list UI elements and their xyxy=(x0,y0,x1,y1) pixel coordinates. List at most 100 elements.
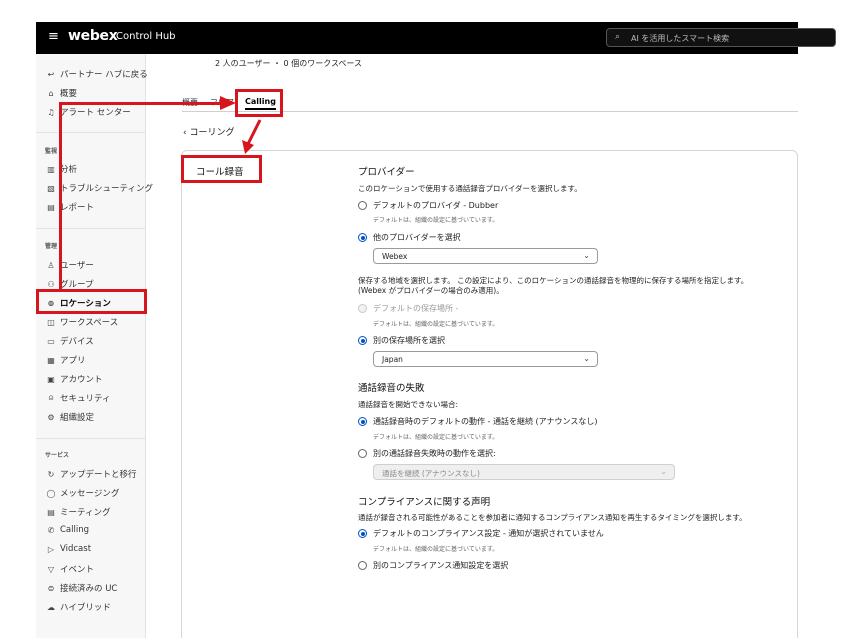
sidebar-item-account[interactable]: ▣ アカウント xyxy=(45,373,103,386)
radio-default-failure-action[interactable]: 通話録音時のデフォルトの動作 - 通話を継続 (アナウンスなし) xyxy=(358,416,597,427)
radio-label: 他のプロバイダーを選択 xyxy=(373,233,461,242)
sidebar-item-workspaces[interactable]: ◫ ワークスペース xyxy=(45,316,119,329)
radio-button-disabled[interactable] xyxy=(358,304,367,313)
sidebar-item-label: ワークスペース xyxy=(60,318,119,328)
product-name: Control Hub xyxy=(116,31,176,42)
location-summary: 2 人のユーザー ・ 0 個のワークスペース xyxy=(215,59,362,68)
sidebar-item-label: アラート センター xyxy=(60,108,131,118)
failure-description: 通話録音を開始できない場合: xyxy=(358,400,459,409)
top-header: ≡ webex Control Hub ⌕ AI を活用したスマート検索 xyxy=(36,22,836,54)
play-icon: ▷ xyxy=(47,544,55,554)
sidebar-item-label: Calling xyxy=(60,525,90,535)
failure-action-select[interactable]: 通話を継続 (アナウンスなし) ⌄ xyxy=(373,464,675,480)
search-placeholder: AI を活用したスマート検索 xyxy=(631,34,730,43)
radio-other-storage[interactable]: 別の保存場所を選択 xyxy=(358,335,445,346)
radio-default-compliance[interactable]: デフォルトのコンプライアンス設定 - 通知が選択されていません xyxy=(358,528,604,539)
back-label: コーリング xyxy=(189,128,235,138)
smart-search-input[interactable]: ⌕ AI を活用したスマート検索 xyxy=(606,28,836,47)
sidebar-item-label: ミーティング xyxy=(60,508,111,518)
sidebar-item-vidcast[interactable]: ▷ Vidcast xyxy=(45,544,91,554)
search-icon: ⌕ xyxy=(615,32,621,42)
radio-button-selected[interactable] xyxy=(358,336,367,345)
sidebar-item-groups[interactable]: ⚇ グループ xyxy=(45,278,94,291)
radio-button-selected[interactable] xyxy=(358,417,367,426)
default-failure-hint: デフォルトは、組織の設定に基づいています。 xyxy=(373,434,499,441)
storage-description-line2: (Webex がプロバイダーの場合のみ適用)。 xyxy=(358,286,504,295)
default-storage-hint: デフォルトは、組織の設定に基づいています。 xyxy=(373,321,499,328)
sidebar-item-security[interactable]: ⍝ セキュリティ xyxy=(45,392,111,404)
radio-button[interactable] xyxy=(358,561,367,570)
sidebar-item-alert-center[interactable]: ♫ アラート センター xyxy=(45,106,131,119)
sidebar-divider xyxy=(36,132,146,133)
sidebar-item-label: 概要 xyxy=(60,89,78,99)
home-icon: ⌂ xyxy=(48,88,54,98)
radio-other-provider[interactable]: 他のプロバイダーを選択 xyxy=(358,232,461,243)
radio-button-selected[interactable] xyxy=(358,233,367,242)
radio-default-storage[interactable]: デフォルトの保存場所 - xyxy=(358,303,458,314)
sidebar-item-overview[interactable]: ⌂ 概要 xyxy=(45,87,78,100)
troubleshoot-icon: ▧ xyxy=(47,183,55,193)
webex-logo: webex xyxy=(68,28,118,44)
cloud-icon: ☁ xyxy=(47,602,55,612)
sidebar-item-label: メッセージング xyxy=(60,489,120,499)
sidebar-section-monitoring: 監視 xyxy=(45,148,58,155)
sidebar-item-back-to-partner-hub[interactable]: ↩ パートナー ハブに戻る xyxy=(45,68,148,81)
failure-action-value: 通話を継続 (アナウンスなし) xyxy=(382,469,480,478)
sidebar-item-updates-migration[interactable]: ↻ アップデートと移行 xyxy=(45,468,137,481)
radio-button[interactable] xyxy=(358,201,367,210)
sidebar-item-organization-settings[interactable]: ⚙ 組織設定 xyxy=(45,411,95,424)
sidebar-item-label: デバイス xyxy=(60,337,94,347)
lock-icon: ⍝ xyxy=(48,393,54,402)
chevron-down-icon: ⌄ xyxy=(660,467,667,476)
provider-select[interactable]: Webex ⌄ xyxy=(373,248,598,264)
radio-button-selected[interactable] xyxy=(358,529,367,538)
sidebar-divider xyxy=(36,228,146,229)
tab-overview[interactable]: 概要 xyxy=(182,97,198,108)
sidebar-item-connected-uc[interactable]: ⊜ 接続済みの UC xyxy=(45,582,118,595)
sidebar-item-users[interactable]: ♙ ユーザー xyxy=(45,259,94,272)
bell-icon: ♫ xyxy=(47,107,55,117)
sidebar-item-calling[interactable]: ✆ Calling xyxy=(45,525,89,535)
sidebar-section-services: サービス xyxy=(45,452,70,459)
user-icon: ♙ xyxy=(47,260,55,270)
sidebar-item-reports[interactable]: ▤ レポート xyxy=(45,201,94,214)
sidebar-item-apps[interactable]: ▦ アプリ xyxy=(45,354,86,367)
device-icon: ▭ xyxy=(47,336,55,346)
chart-icon: ▥ xyxy=(47,164,55,174)
sidebar-item-label: 分析 xyxy=(60,165,78,175)
hamburger-menu-icon[interactable]: ≡ xyxy=(48,29,59,44)
refresh-icon: ↻ xyxy=(47,469,55,479)
radio-button[interactable] xyxy=(358,449,367,458)
radio-label: 通話録音時のデフォルトの動作 - 通話を継続 (アナウンスなし) xyxy=(373,417,598,426)
sidebar-item-label: アカウント xyxy=(60,375,103,385)
sidebar-item-label: アプリ xyxy=(60,356,86,366)
sidebar: ↩ パートナー ハブに戻る ⌂ 概要 ♫ アラート センター 監視 ▥ 分析 ▧… xyxy=(36,54,153,638)
radio-other-failure-action[interactable]: 別の通話録音失敗時の動作を選択: xyxy=(358,448,496,459)
sidebar-item-label: 接続済みの UC xyxy=(60,584,118,594)
sidebar-item-devices[interactable]: ▭ デバイス xyxy=(45,335,94,348)
sidebar-item-hybrid[interactable]: ☁ ハイブリッド xyxy=(45,601,111,614)
storage-region-select[interactable]: Japan ⌄ xyxy=(373,351,598,367)
back-arrow-icon: ↩ xyxy=(47,69,55,79)
sidebar-item-label: アップデートと移行 xyxy=(60,470,137,480)
default-provider-hint: デフォルトは、組織の設定に基づいています。 xyxy=(373,217,499,224)
sidebar-item-label: ユーザー xyxy=(60,261,94,271)
tab-calling[interactable]: Calling xyxy=(245,97,276,110)
radio-other-compliance[interactable]: 別のコンプライアンス通知設定を選択 xyxy=(358,560,508,571)
sidebar-item-meetings[interactable]: ▤ ミーティング xyxy=(45,506,111,519)
sidebar-item-messaging[interactable]: ◯ メッセージング xyxy=(45,487,120,500)
group-icon: ⚇ xyxy=(47,279,55,289)
phone-icon: ✆ xyxy=(47,525,55,535)
sidebar-item-label: パートナー ハブに戻る xyxy=(60,70,148,80)
chevron-down-icon: ⌄ xyxy=(583,251,590,260)
sidebar-item-label: 組織設定 xyxy=(60,413,95,423)
sidebar-item-label: グループ xyxy=(60,280,94,290)
back-to-calling-link[interactable]: ‹ コーリング xyxy=(183,125,235,138)
sidebar-item-events[interactable]: ▽ イベント xyxy=(45,563,94,576)
radio-label: デフォルトのコンプライアンス設定 - 通知が選択されていません xyxy=(373,529,604,538)
default-compliance-hint: デフォルトは、組織の設定に基づいています。 xyxy=(373,546,499,553)
sidebar-item-troubleshooting[interactable]: ▧ トラブルシューティング xyxy=(45,182,153,195)
radio-default-provider[interactable]: デフォルトのプロバイダ - Dubber xyxy=(358,200,498,211)
sidebar-item-locations[interactable]: ⊚ ロケーション xyxy=(45,297,111,310)
sidebar-item-analytics[interactable]: ▥ 分析 xyxy=(45,163,78,176)
